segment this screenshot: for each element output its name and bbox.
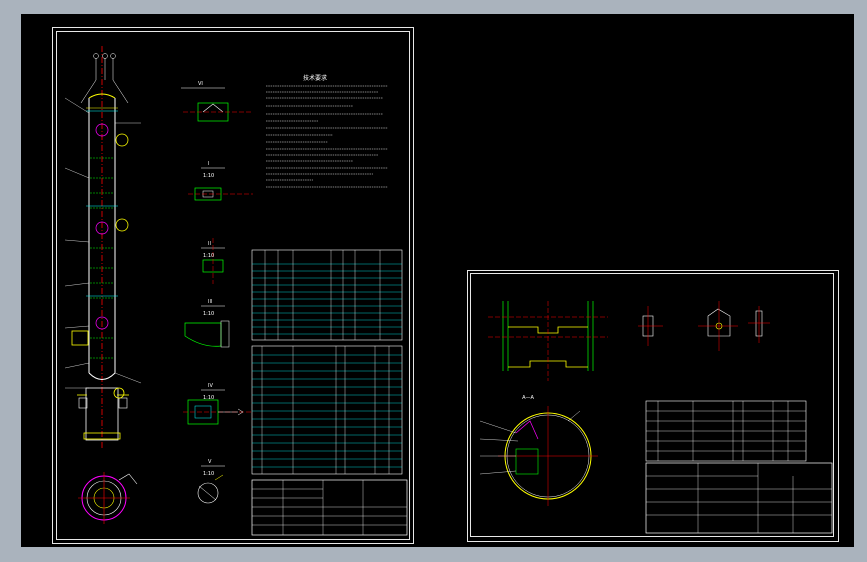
svg-text:技术要求: 技术要求 [303, 74, 327, 82]
detail-markers [71, 133, 129, 399]
svg-text:1:10: 1:10 [203, 395, 214, 401]
svg-text:1:10: 1:10 [203, 311, 214, 317]
section-view-top [78, 472, 138, 524]
detail-elevation [488, 301, 608, 381]
nozzle-balloons [93, 53, 116, 59]
side-leaders [64, 97, 142, 389]
cad-viewport[interactable]: I II III IV V VI 1:10 1:10 1:10 1:10 1:1… [21, 14, 854, 547]
top-leaders [80, 58, 129, 104]
svg-text:A—A: A—A [522, 395, 534, 401]
title-block-main [251, 479, 408, 536]
detail-small-parts [638, 301, 770, 351]
svg-text:1:10: 1:10 [203, 253, 214, 259]
svg-text:V: V [208, 459, 212, 465]
drawing-sheet-detail: A—A [467, 270, 839, 542]
nozzle-table [251, 249, 403, 341]
svg-text:III: III [208, 299, 212, 305]
title-block-detail [645, 462, 833, 534]
svg-text:IV: IV [208, 383, 213, 389]
section-a-a-view: A—A [479, 395, 598, 506]
svg-text:VI: VI [198, 81, 203, 87]
detail-views [181, 87, 253, 504]
detail-drawing-canvas: A—A [479, 301, 833, 534]
parts-list [251, 345, 403, 475]
svg-text:1:10: 1:10 [203, 471, 214, 477]
svg-text:I: I [208, 161, 209, 167]
svg-text:1:10: 1:10 [203, 173, 214, 179]
parts-list-detail [645, 400, 807, 462]
detail-labels: I II III IV V VI 1:10 1:10 1:10 1:10 1:1… [198, 81, 214, 477]
drawing-sheet-main: I II III IV V VI 1:10 1:10 1:10 1:10 1:1… [52, 27, 414, 544]
technical-notes: 技术要求 [266, 74, 388, 188]
svg-text:II: II [208, 241, 211, 247]
main-drawing-canvas: I II III IV V VI 1:10 1:10 1:10 1:10 1:1… [64, 46, 408, 536]
